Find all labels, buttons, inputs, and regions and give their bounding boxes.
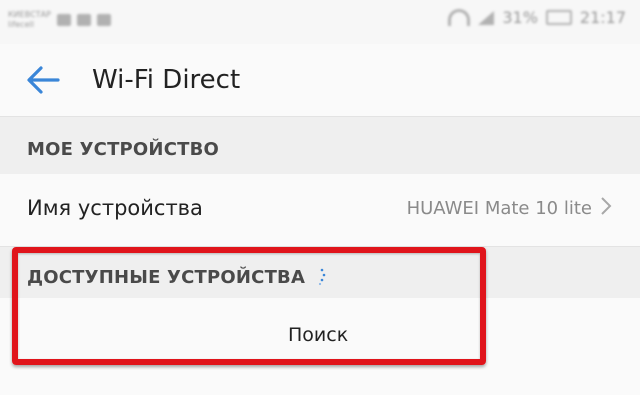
carrier-info: КИЕВСТАР lifecell — [8, 10, 51, 30]
status-bar: КИЕВСТАР lifecell 31% 21:17 — [0, 0, 640, 44]
highlight-frame — [12, 247, 486, 365]
device-name-label: Имя устройства — [27, 196, 203, 220]
signal-icon — [478, 10, 495, 25]
wifi-icon — [448, 9, 471, 26]
page-title: Wi-Fi Direct — [92, 65, 241, 95]
status-bar-left: КИЕВСТАР lifecell — [8, 10, 111, 30]
action-bar: Wi-Fi Direct — [0, 44, 640, 116]
section-my-device: МОЕ УСТРОЙСТВО — [0, 116, 640, 175]
carrier-line-1: КИЕВСТАР — [8, 10, 51, 19]
device-name-row[interactable]: Имя устройства HUAWEI Mate 10 lite — [0, 174, 640, 246]
status-bar-right: 31% 21:17 — [448, 8, 626, 27]
carrier-line-2: lifecell — [8, 20, 34, 29]
notification-icon — [56, 14, 71, 26]
section-title-my-device: МОЕ УСТРОЙСТВО — [27, 139, 220, 160]
chevron-right-icon — [600, 194, 612, 223]
notification-icon — [76, 14, 91, 26]
arrow-left-icon — [27, 66, 60, 94]
battery-percent: 31% — [502, 8, 538, 27]
battery-icon — [545, 10, 572, 25]
notification-icon — [96, 14, 111, 26]
device-name-value: HUAWEI Mate 10 lite — [406, 198, 592, 219]
back-button[interactable] — [22, 62, 62, 98]
clock: 21:17 — [579, 8, 626, 27]
